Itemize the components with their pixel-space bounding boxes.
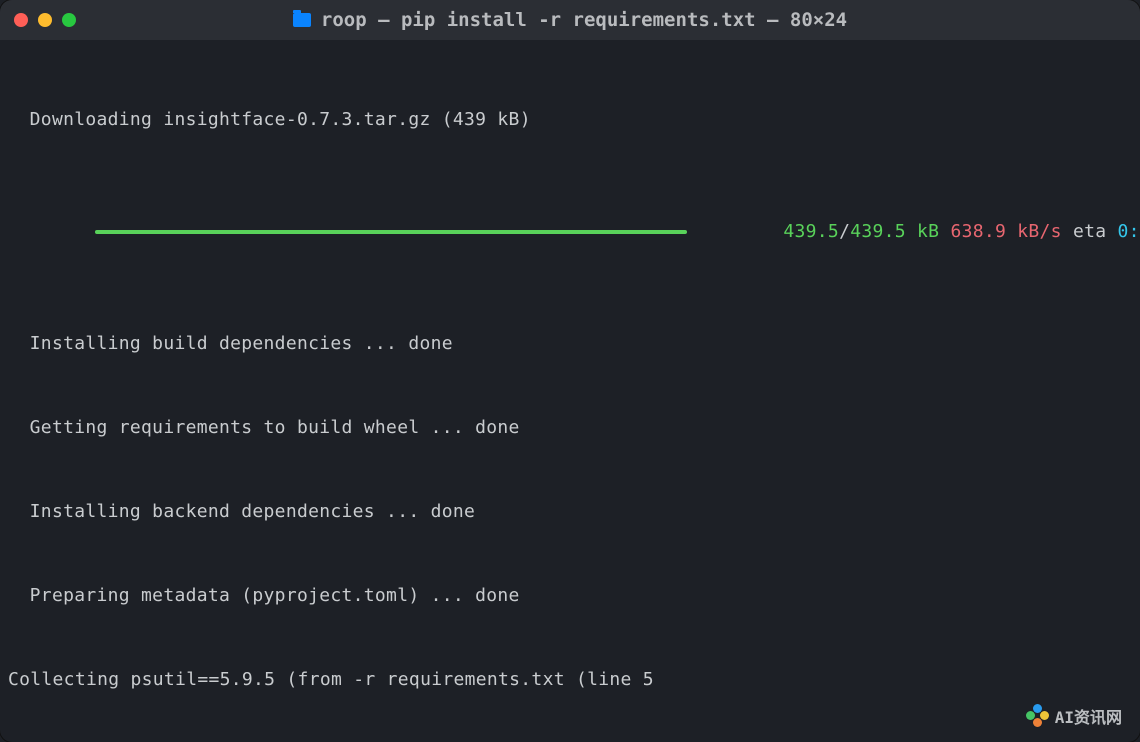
line: Getting requirements to build wheel ... … — [30, 417, 520, 438]
line: Collecting psutil==5.9.5 (from -r requir… — [8, 669, 654, 690]
watermark-icon — [1027, 705, 1049, 727]
window-titlebar: roop — pip install -r requirements.txt —… — [0, 0, 1140, 40]
terminal-window: roop — pip install -r requirements.txt —… — [0, 0, 1140, 742]
folder-icon — [293, 13, 311, 27]
watermark: AI资讯网 — [1027, 704, 1122, 728]
line: Downloading insightface-0.7.3.tar.gz (43… — [30, 109, 531, 130]
window-title-text: roop — pip install -r requirements.txt —… — [321, 9, 847, 31]
close-button[interactable] — [14, 13, 28, 27]
watermark-text: AI资讯网 — [1055, 704, 1122, 728]
line: Installing build dependencies ... done — [30, 333, 453, 354]
zoom-button[interactable] — [62, 13, 76, 27]
traffic-lights — [14, 13, 76, 27]
minimize-button[interactable] — [38, 13, 52, 27]
progress-row-insightface: 439.5/439.5 kB 638.9 kB/s eta 0:00:00 — [8, 218, 1132, 246]
terminal-output[interactable]: Downloading insightface-0.7.3.tar.gz (43… — [0, 40, 1140, 742]
dl-progress: 439.5 — [783, 221, 839, 242]
window-title: roop — pip install -r requirements.txt —… — [0, 9, 1140, 31]
line: Preparing metadata (pyproject.toml) ... … — [30, 585, 520, 606]
line: Installing backend dependencies ... done — [30, 501, 475, 522]
